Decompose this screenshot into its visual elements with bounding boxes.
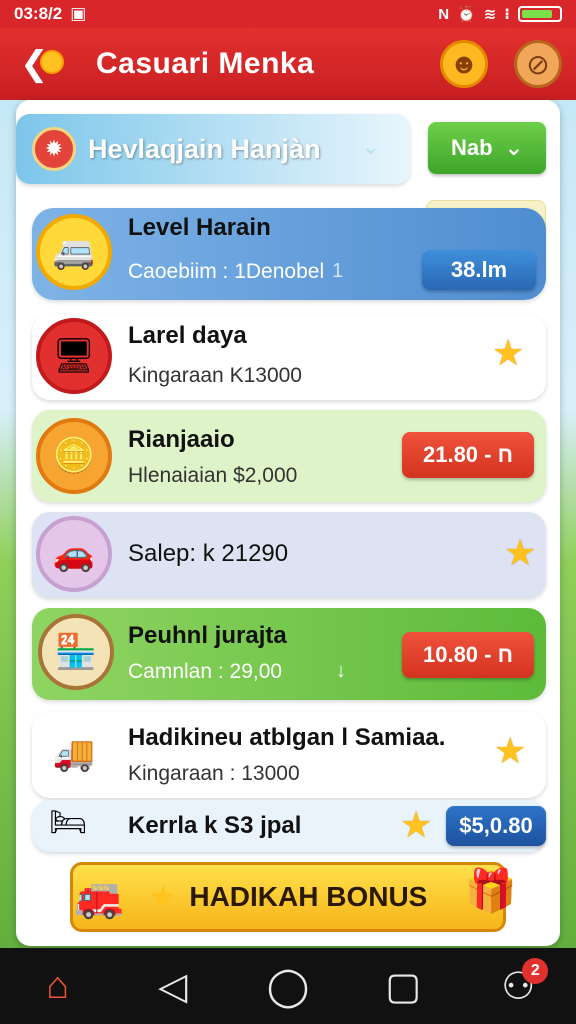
main-panel: ✹ Hevlaqjain Hanjàn ⌄ Nab ⌄ 1 Sdon 🚐 Lev…: [16, 100, 560, 946]
no-ads-icon[interactable]: ⊘: [514, 40, 562, 88]
wifi-icon: ≋: [483, 6, 497, 23]
item-extra: ↓: [336, 660, 346, 682]
price-button[interactable]: ח - 10.80: [402, 632, 534, 678]
app-header: ❮ Casuari Menka ☻ ⊘: [0, 28, 576, 100]
machine-icon: 🖥: [36, 318, 112, 394]
category-dropdown[interactable]: ✹ Hevlaqjain Hanjàn ⌄: [16, 114, 410, 184]
navigation-bar: ⌂ ◁ ◯ ▢ ⚇ 2: [0, 948, 576, 1024]
list-item[interactable]: 🖥 Larel daya Kingaraan K13000 ★: [32, 314, 546, 400]
delivery-van-icon: 🚐: [36, 214, 112, 290]
notification-badge: 2: [522, 958, 549, 984]
item-name: Peuhnl jurajta: [128, 622, 287, 649]
battery-icon: [518, 6, 562, 22]
shop-icon: 🏪: [38, 614, 114, 690]
star-icon: ★: [148, 879, 178, 915]
star-icon[interactable]: ★: [492, 332, 524, 374]
alarm-icon: ⏰: [457, 6, 476, 23]
list-item[interactable]: 🏪 Peuhnl jurajta Camnlan : 29,00 ↓ ח - 1…: [32, 608, 546, 700]
recents-square-icon[interactable]: ▢: [373, 956, 433, 1016]
mascot-icon[interactable]: ☻: [440, 40, 488, 88]
chevron-down-icon: ⌄: [504, 135, 523, 160]
home-circle-icon[interactable]: ◯: [258, 956, 318, 1016]
nab-button[interactable]: Nab ⌄: [428, 122, 546, 174]
item-name: Salep: k 21290: [128, 540, 289, 567]
profile-icon[interactable]: ⚇ 2: [488, 956, 549, 1016]
badge-icon: ✹: [32, 127, 76, 171]
signal-icon: ⁝: [504, 6, 510, 23]
clock: 03:8/2: [14, 4, 63, 23]
item-name: Hadikineu atblgan l Samiaa.: [128, 724, 446, 751]
price-button[interactable]: 38.lm: [422, 250, 536, 290]
price-button[interactable]: ח - 21.80: [402, 432, 534, 478]
dropdown-label: Hevlaqjain Hanjàn: [88, 133, 321, 164]
page-title: Casuari Menka: [96, 47, 315, 80]
list-item[interactable]: 🚗 Salep: k 21290 ★: [32, 512, 546, 598]
red-car-icon: 🚗: [36, 516, 112, 592]
bonus-button[interactable]: 🚒 ★ HADIKAH BONUS 🎁: [70, 862, 517, 932]
item-subtitle: Hlenaiaian $2,000: [128, 464, 298, 487]
item-subtitle: Kingaraan : 13000: [128, 762, 300, 785]
coins-icon: 🪙: [36, 418, 112, 494]
mattress-icon: 🛏: [48, 805, 88, 839]
nfc-icon: N: [438, 5, 450, 23]
item-name: Kerrla k S3 jpal: [128, 812, 302, 839]
back-button[interactable]: ❮: [14, 42, 70, 86]
list-item[interactable]: 🚐 Level Harain Caoebiim : 1Denobel 1 38.…: [32, 208, 546, 300]
truck-icon: 🚒: [74, 875, 124, 920]
item-name: Rianjaaio: [128, 426, 235, 453]
item-name: Level Harain: [128, 214, 271, 241]
back-triangle-icon[interactable]: ◁: [143, 956, 203, 1016]
item-subtitle: Caoebiim : 1Denobel: [128, 260, 325, 283]
list-item[interactable]: 🛏 Kerrla k S3 jpal ★ $5,0.80: [32, 800, 546, 852]
notification-icon: ▣: [70, 4, 87, 23]
bonus-label: HADIKAH BONUS: [189, 881, 428, 912]
top-bar: ✹ Hevlaqjain Hanjàn ⌄ Nab ⌄: [16, 114, 560, 186]
star-icon[interactable]: ★: [400, 804, 432, 846]
coin-icon: [40, 50, 64, 74]
home-icon[interactable]: ⌂: [28, 956, 88, 1016]
food-truck-icon: 🚚: [52, 735, 96, 773]
chevron-down-icon: ⌄: [361, 134, 380, 159]
item-name: Larel daya: [128, 322, 247, 349]
gift-icon: 🎁: [464, 866, 518, 914]
status-bar: 03:8/2 ▣ N ⏰ ≋ ⁝: [0, 0, 576, 28]
item-subtitle: Camnlan : 29,00: [128, 660, 283, 683]
price-button[interactable]: $5,0.80: [446, 806, 546, 846]
list-item[interactable]: 🚚 Hadikineu atblgan l Samiaa. Kingaraan …: [32, 712, 546, 798]
item-subtitle: Kingaraan K13000: [128, 364, 302, 387]
star-icon[interactable]: ★: [504, 532, 536, 574]
item-extra: 1: [332, 260, 344, 282]
star-icon[interactable]: ★: [494, 730, 526, 772]
list-item[interactable]: 🪙 Rianjaaio Hlenaiaian $2,000 ח - 21.80: [32, 410, 546, 502]
nab-label: Nab: [451, 135, 493, 160]
